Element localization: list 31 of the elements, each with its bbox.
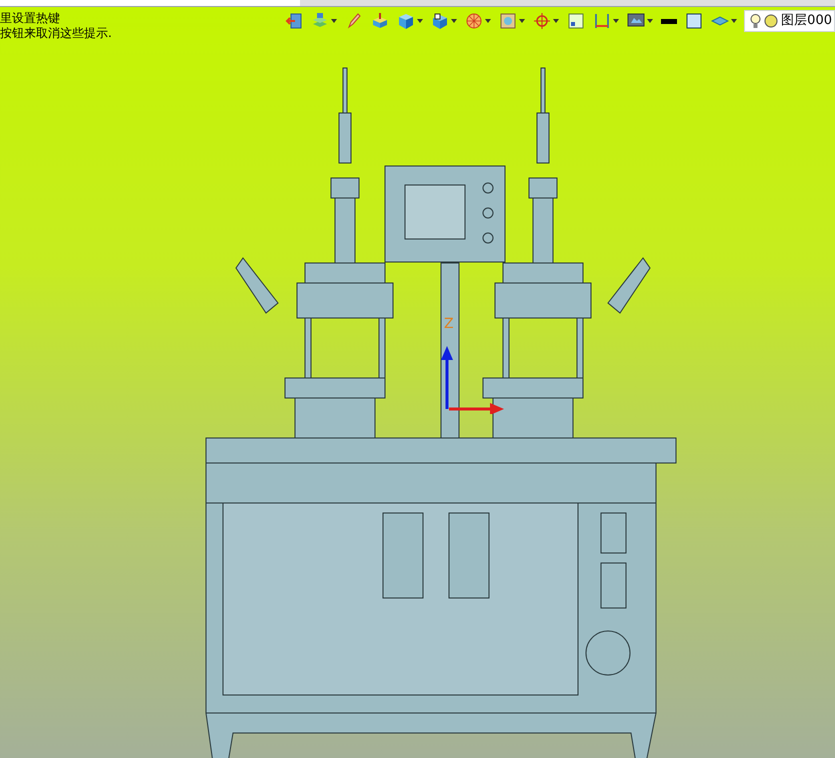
caret-icon bbox=[331, 19, 338, 23]
hint-text: 里设置热键 bbox=[0, 11, 61, 26]
lightbulb-icon bbox=[750, 13, 762, 29]
pen-icon bbox=[345, 12, 364, 30]
caret-icon bbox=[553, 19, 560, 23]
caret-icon bbox=[613, 19, 620, 23]
x-axis-arrow bbox=[449, 403, 504, 414]
layers-icon bbox=[311, 12, 330, 30]
view-cube-icon bbox=[431, 12, 450, 30]
caret-icon bbox=[519, 19, 526, 23]
z-axis-arrow bbox=[441, 346, 453, 409]
z-axis-label: Z bbox=[444, 316, 454, 332]
layer-field[interactable]: 图层000 bbox=[744, 10, 835, 32]
box-icon bbox=[567, 12, 586, 30]
circle-icon bbox=[764, 14, 778, 28]
caret-icon bbox=[731, 19, 738, 23]
cube-icon bbox=[397, 12, 416, 30]
frame-icon bbox=[499, 12, 518, 30]
extrude-icon bbox=[371, 12, 390, 30]
caret-icon bbox=[647, 19, 654, 23]
exit-icon bbox=[285, 12, 304, 30]
sphere-icon bbox=[465, 12, 484, 30]
hint-text: 按钮来取消这些提示. bbox=[0, 26, 112, 41]
color-swatch-icon bbox=[685, 12, 704, 30]
dimension-icon bbox=[593, 12, 612, 30]
layer-name: 图层000 bbox=[781, 12, 832, 30]
caret-icon bbox=[451, 19, 458, 23]
caret-icon bbox=[485, 19, 492, 23]
caret-icon bbox=[417, 19, 424, 23]
crosshair-icon bbox=[533, 12, 552, 30]
line-style-icon bbox=[661, 18, 678, 24]
